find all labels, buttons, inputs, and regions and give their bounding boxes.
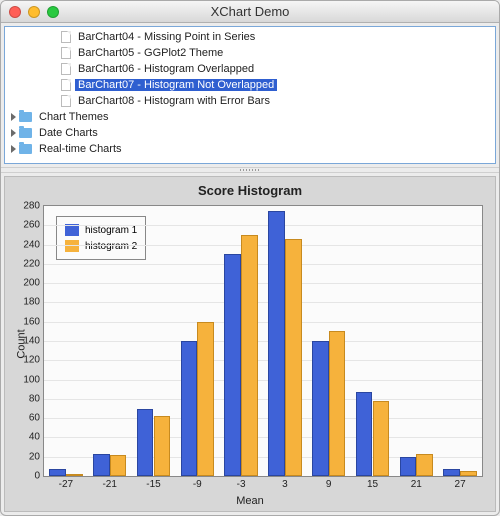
chevron-right-icon[interactable]: [11, 129, 16, 137]
x-tick: 3: [282, 479, 288, 490]
chart-pane: Score Histogram Count Mean histogram 1 h…: [4, 176, 496, 512]
file-icon: [61, 63, 71, 75]
y-tick: 120: [23, 355, 40, 366]
bar: [110, 455, 127, 476]
tree-item-label: BarChart04 - Missing Point in Series: [75, 31, 258, 43]
y-tick: 280: [23, 201, 40, 212]
bar: [329, 331, 346, 476]
y-tick: 160: [23, 316, 40, 327]
y-tick: 100: [23, 374, 40, 385]
bar: [154, 416, 171, 476]
window-title: XChart Demo: [1, 4, 499, 19]
demo-tree[interactable]: BarChart04 - Missing Point in Series BarC…: [4, 26, 496, 164]
file-icon: [61, 47, 71, 59]
tree-item[interactable]: BarChart05 - GGPlot2 Theme: [5, 45, 495, 61]
grip-icon: [240, 169, 260, 171]
x-axis-label: Mean: [5, 495, 495, 507]
y-tick: 180: [23, 297, 40, 308]
bar: [241, 235, 258, 476]
close-icon[interactable]: [9, 6, 21, 18]
bar: [460, 471, 477, 476]
chart-title: Score Histogram: [5, 177, 495, 200]
plot-area: histogram 1 histogram 2 0204060801001201…: [43, 205, 483, 477]
titlebar[interactable]: XChart Demo: [1, 1, 499, 23]
x-tick: -15: [146, 479, 160, 490]
plot-wrap: histogram 1 histogram 2 0204060801001201…: [43, 205, 483, 477]
x-tick: -21: [102, 479, 116, 490]
file-icon: [61, 31, 71, 43]
bar: [400, 457, 417, 476]
file-icon: [61, 95, 71, 107]
app-window: XChart Demo BarChart04 - Missing Point i…: [0, 0, 500, 516]
bar: [373, 401, 390, 476]
traffic-lights: [9, 6, 59, 18]
tree-item-label: BarChart08 - Histogram with Error Bars: [75, 95, 273, 107]
tree-item[interactable]: BarChart07 - Histogram Not Overlapped: [5, 77, 495, 93]
chevron-right-icon[interactable]: [11, 113, 16, 121]
bar: [268, 211, 285, 476]
x-tick: 15: [367, 479, 378, 490]
legend-item-2: histogram 2: [65, 238, 137, 254]
tree-item[interactable]: Real-time Charts: [5, 141, 495, 157]
x-tick: 27: [455, 479, 466, 490]
tree-item-label: Date Charts: [36, 127, 101, 139]
x-tick: 21: [411, 479, 422, 490]
tree-item-label: BarChart05 - GGPlot2 Theme: [75, 47, 226, 59]
y-tick: 260: [23, 220, 40, 231]
y-tick: 40: [29, 432, 40, 443]
y-tick: 20: [29, 451, 40, 462]
file-icon: [61, 79, 71, 91]
y-tick: 80: [29, 393, 40, 404]
y-tick: 200: [23, 278, 40, 289]
tree-item[interactable]: Chart Themes: [5, 109, 495, 125]
y-tick: 0: [34, 471, 40, 482]
legend-swatch-2: [65, 240, 79, 252]
y-tick: 60: [29, 413, 40, 424]
x-tick: 9: [326, 479, 332, 490]
bar: [356, 392, 373, 476]
bar: [416, 454, 433, 476]
tree-item-label: Real-time Charts: [36, 143, 125, 155]
legend: histogram 1 histogram 2: [56, 216, 146, 260]
y-tick: 220: [23, 258, 40, 269]
bar: [93, 454, 110, 476]
split-handle[interactable]: [1, 167, 499, 173]
tree-item[interactable]: BarChart06 - Histogram Overlapped: [5, 61, 495, 77]
bar: [285, 239, 302, 476]
legend-label-2: histogram 2: [85, 241, 137, 252]
bar: [312, 341, 329, 476]
zoom-icon[interactable]: [47, 6, 59, 18]
folder-icon: [19, 112, 32, 122]
folder-icon: [19, 128, 32, 138]
bar: [66, 474, 83, 476]
tree-item[interactable]: Date Charts: [5, 125, 495, 141]
x-tick: -3: [237, 479, 246, 490]
tree-item-label: Chart Themes: [36, 111, 112, 123]
minimize-icon[interactable]: [28, 6, 40, 18]
bar: [443, 469, 460, 476]
x-tick: -27: [59, 479, 73, 490]
bar: [197, 322, 214, 476]
bar: [181, 341, 198, 476]
bar: [49, 469, 66, 476]
tree-item-label: BarChart07 - Histogram Not Overlapped: [75, 79, 277, 91]
y-tick: 140: [23, 336, 40, 347]
y-tick: 240: [23, 239, 40, 250]
bar: [137, 409, 154, 477]
chevron-right-icon[interactable]: [11, 145, 16, 153]
x-tick: -9: [193, 479, 202, 490]
bar: [224, 254, 241, 476]
tree-item-label: BarChart06 - Histogram Overlapped: [75, 63, 257, 75]
tree-item[interactable]: BarChart08 - Histogram with Error Bars: [5, 93, 495, 109]
folder-icon: [19, 144, 32, 154]
tree-item[interactable]: BarChart04 - Missing Point in Series: [5, 29, 495, 45]
